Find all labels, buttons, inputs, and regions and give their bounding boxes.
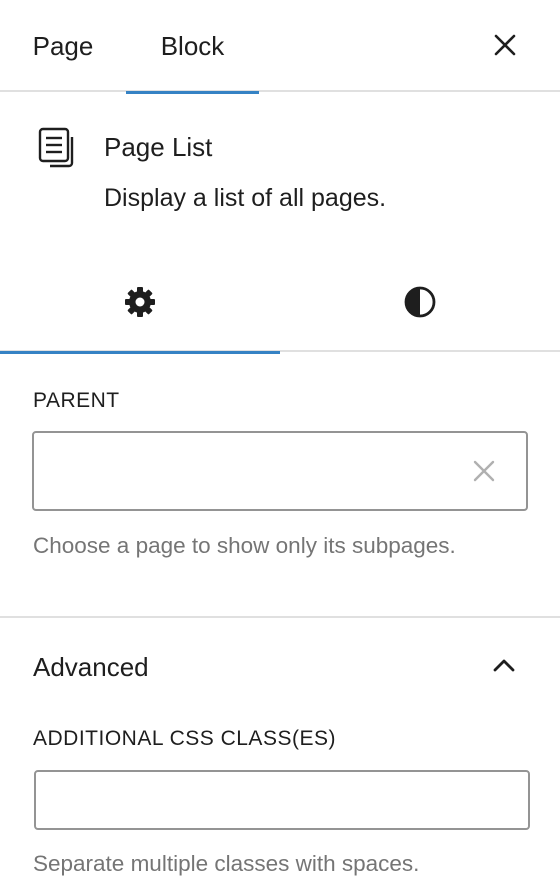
tab-styles[interactable] [280,252,560,352]
gear-icon [125,287,155,317]
close-icon [494,34,516,56]
close-button[interactable] [478,18,532,72]
tab-settings[interactable] [0,252,280,354]
parent-label: PARENT [33,389,120,412]
clear-button[interactable] [470,457,498,485]
sidebar-header: Page Block [0,0,560,94]
contrast-icon [404,286,436,318]
css-class-label: ADDITIONAL CSS CLASS(ES) [33,727,336,750]
clear-icon [473,460,495,482]
block-card: Page List Display a list of all pages. [0,92,560,252]
css-class-help: Separate multiple classes with spaces. [33,851,420,876]
tab-block[interactable]: Block [126,0,259,94]
advanced-panel: Advanced ADDITIONAL CSS CLASS(ES) Separa… [0,620,560,894]
block-title: Page List [104,132,213,162]
chevron-up-icon [493,659,515,672]
parent-select[interactable] [32,431,528,511]
css-class-input[interactable] [34,770,530,830]
advanced-toggle[interactable]: Advanced [0,620,560,714]
tab-page[interactable]: Page [0,0,126,92]
block-description: Display a list of all pages. [104,184,387,212]
settings-panel: PARENT Choose a page to show only its su… [0,352,560,618]
parent-help-text: Choose a page to show only its subpages. [33,533,456,558]
inspector-tabs [0,252,560,354]
advanced-title: Advanced [33,652,149,682]
page-list-icon [38,127,74,168]
